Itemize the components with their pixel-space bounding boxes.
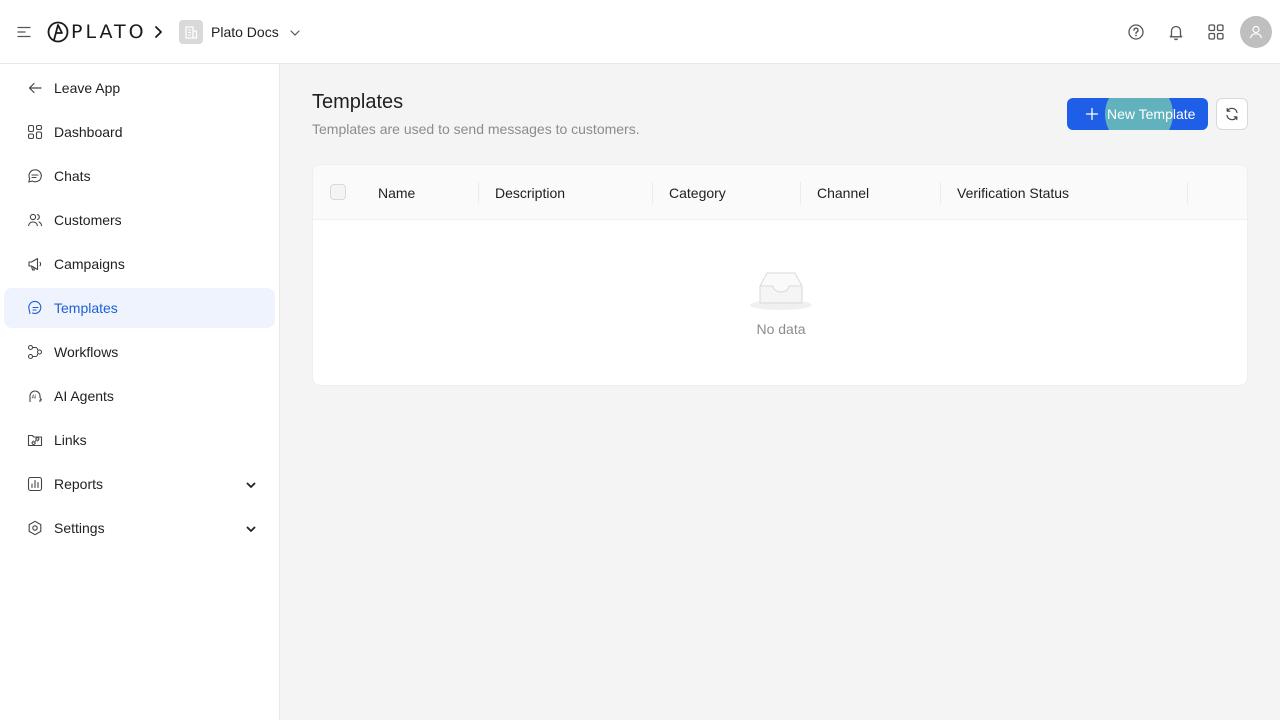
workspace-switcher[interactable]: Plato Docs (179, 20, 301, 44)
sidebar-item-label: Dashboard (54, 124, 123, 140)
column-header-category[interactable]: Category (669, 165, 726, 220)
workflow-icon (27, 344, 43, 360)
breadcrumb-chevron-icon (150, 24, 166, 40)
reports-icon (27, 476, 43, 492)
sidebar-item-chats[interactable]: Chats (4, 156, 275, 196)
settings-icon (27, 520, 43, 536)
chevron-down-icon (289, 26, 301, 38)
sidebar-item-workflows[interactable]: Workflows (4, 332, 275, 372)
apps-grid-icon[interactable] (1206, 22, 1226, 42)
sidebar-item-label: AI Agents (54, 388, 114, 404)
sidebar-item-customers[interactable]: Customers (4, 200, 275, 240)
column-divider (940, 182, 941, 204)
users-icon (27, 212, 43, 228)
sidebar-item-leave-app[interactable]: Leave App (4, 68, 275, 108)
sidebar-item-label: Chats (54, 168, 91, 184)
sidebar-item-links[interactable]: Links (4, 420, 275, 460)
sidebar-item-label: Workflows (54, 344, 119, 360)
sidebar-item-templates[interactable]: Templates (4, 288, 275, 328)
sidebar-item-settings[interactable]: Settings (4, 508, 275, 548)
chevron-down-icon (245, 478, 257, 490)
svg-text:AI: AI (32, 395, 37, 401)
column-header-channel[interactable]: Channel (817, 165, 869, 220)
sidebar-item-label: Campaigns (54, 256, 125, 272)
plato-logo[interactable]: PLATO (47, 20, 147, 44)
select-all-checkbox[interactable] (330, 184, 346, 200)
template-icon (27, 300, 43, 316)
new-template-label: New Template (1107, 106, 1196, 122)
bell-icon[interactable] (1166, 22, 1186, 42)
help-icon[interactable] (1126, 22, 1146, 42)
top-header: PLATO Plato Docs (0, 0, 1280, 64)
plus-icon (1085, 107, 1099, 121)
sidebar-item-reports[interactable]: Reports (4, 464, 275, 504)
refresh-button[interactable] (1216, 98, 1248, 130)
arrow-left-icon (27, 80, 43, 96)
sidebar-item-label: Customers (54, 212, 122, 228)
empty-state-text: No data (756, 321, 806, 337)
sidebar-item-campaigns[interactable]: Campaigns (4, 244, 275, 284)
chat-icon (27, 168, 43, 184)
refresh-icon (1226, 107, 1238, 121)
building-icon (179, 20, 203, 44)
column-divider (1187, 182, 1188, 204)
column-header-description[interactable]: Description (495, 165, 565, 220)
column-divider (800, 182, 801, 204)
sidebar-item-label: Leave App (54, 80, 121, 96)
workspace-name: Plato Docs (211, 24, 279, 40)
sidebar-item-label: Templates (54, 300, 118, 316)
sidebar-item-ai-agents[interactable]: AI AI Agents (4, 376, 275, 416)
empty-inbox-icon (749, 268, 813, 312)
sidebar-item-label: Reports (54, 476, 104, 492)
empty-state: No data (313, 220, 1247, 385)
sidebar-item-dashboard[interactable]: Dashboard (4, 112, 275, 152)
logo-text: PLATO (71, 21, 147, 43)
dashboard-icon (27, 124, 43, 140)
templates-table: Name Description Category Channel Verifi… (312, 164, 1248, 386)
plato-logo-mark (47, 21, 69, 43)
column-header-name[interactable]: Name (378, 165, 415, 220)
user-avatar[interactable] (1240, 16, 1272, 48)
sidebar: Leave App Dashboard Chats Customers Camp… (0, 64, 280, 720)
column-header-verification-status[interactable]: Verification Status (957, 165, 1069, 220)
new-template-button[interactable]: New Template (1067, 98, 1208, 130)
user-icon (1249, 25, 1263, 39)
ai-agent-icon: AI (27, 388, 43, 404)
sidebar-item-label: Settings (54, 520, 105, 536)
column-divider (652, 182, 653, 204)
link-icon (27, 432, 43, 448)
page-subtitle: Templates are used to send messages to c… (312, 121, 640, 137)
table-header: Name Description Category Channel Verifi… (313, 165, 1247, 220)
megaphone-icon (27, 256, 43, 272)
chevron-down-icon (245, 522, 257, 534)
page-title: Templates (312, 91, 404, 113)
column-divider (478, 182, 479, 204)
menu-collapse-icon[interactable] (14, 22, 34, 42)
sidebar-item-label: Links (54, 432, 87, 448)
